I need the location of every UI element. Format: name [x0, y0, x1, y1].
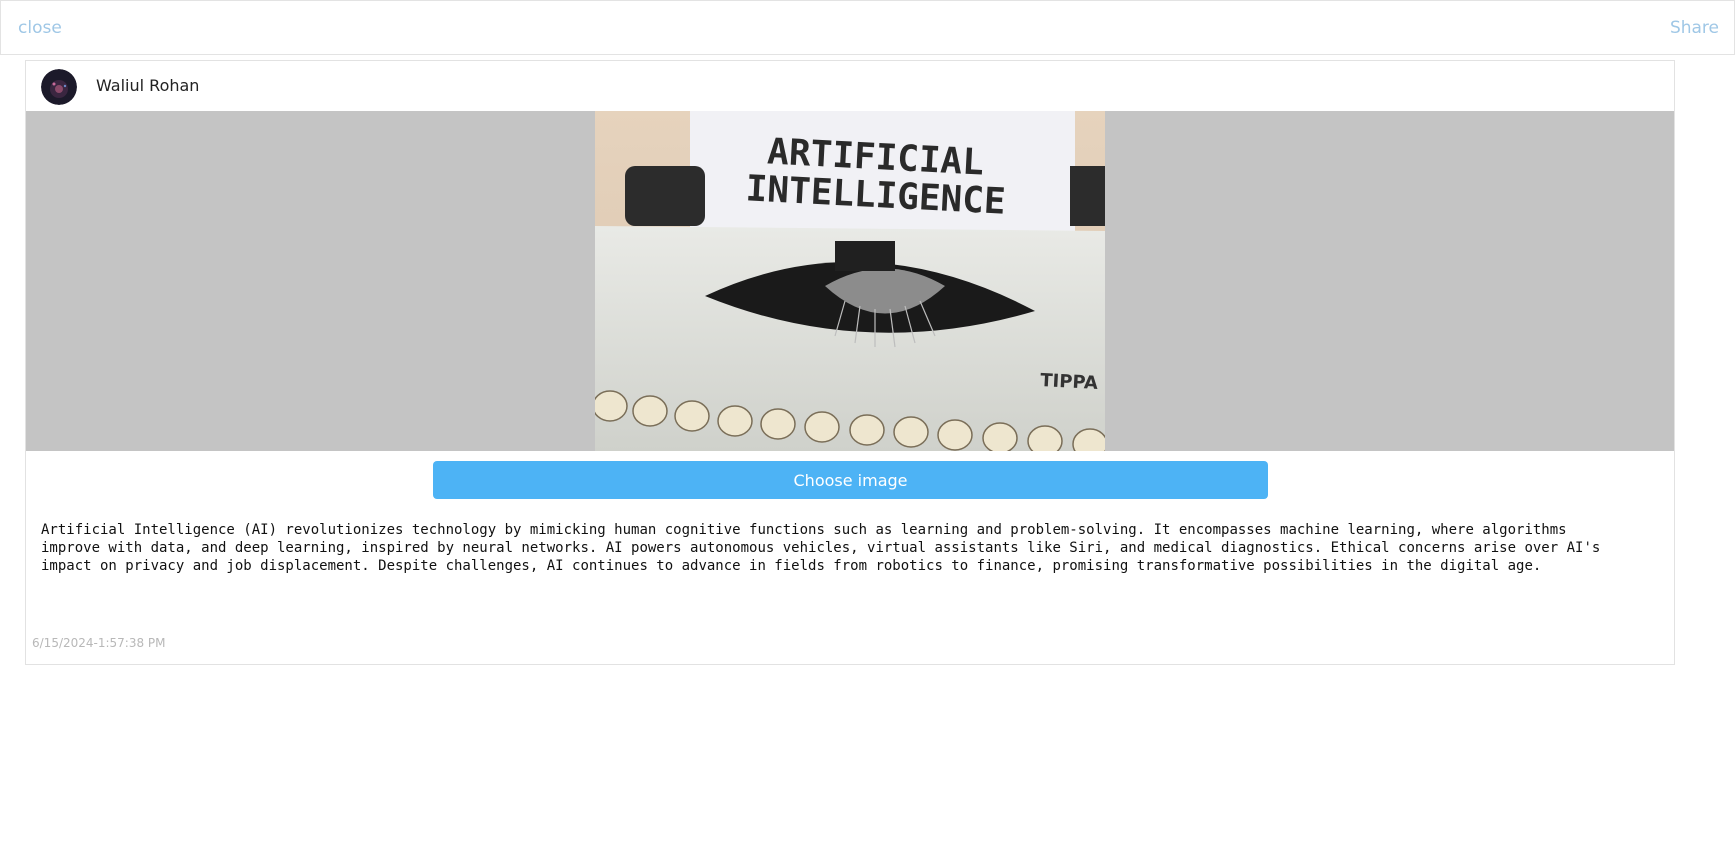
post-text-input[interactable]: Artificial Intelligence (AI) revolutioni…	[41, 521, 1601, 611]
post-card: Waliul Rohan ARTIFICIAL INTELLIGENCE TIP…	[25, 60, 1675, 665]
choose-image-button[interactable]: Choose image	[433, 461, 1268, 499]
post-timestamp: 6/15/2024-1:57:38 PM	[32, 636, 166, 650]
image-preview-area: ARTIFICIAL INTELLIGENCE TIPPA	[26, 111, 1674, 451]
post-header: Waliul Rohan	[26, 61, 1674, 111]
share-link[interactable]: Share	[1670, 18, 1719, 38]
avatar	[41, 69, 77, 105]
post-image: ARTIFICIAL INTELLIGENCE TIPPA	[595, 111, 1105, 451]
typewriter-brand: TIPPA	[1040, 370, 1099, 394]
author-name: Waliul Rohan	[96, 76, 200, 95]
close-link[interactable]: close	[18, 18, 62, 38]
top-bar: close Share	[0, 0, 1735, 55]
